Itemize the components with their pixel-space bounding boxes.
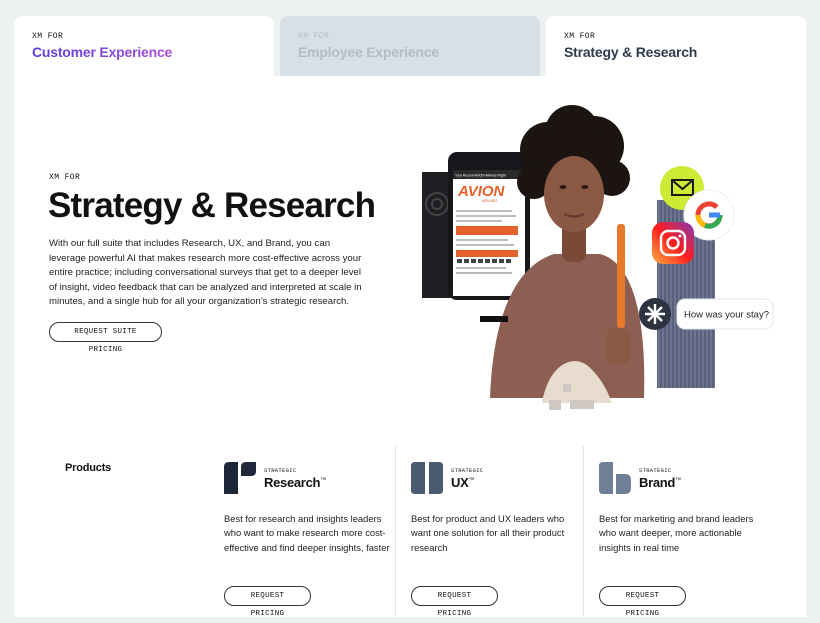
request-pricing-button-ux[interactable]: REQUEST PRICING [411, 586, 498, 618]
trademark-symbol: ™ [320, 477, 326, 484]
product-eyebrow: STRATEGIC [264, 466, 297, 474]
products-label: Products [65, 462, 112, 474]
phone-brand-text: AVION [457, 183, 506, 200]
product-card-ux: STRATEGIC UX™ Best for product and UX le… [411, 462, 581, 618]
phone-header-text: Your Recent AVION Airlines Flight [455, 174, 506, 178]
product-name: Research™ [264, 475, 326, 490]
tab-eyebrow: XM FOR [298, 32, 330, 41]
chat-bubble: How was your stay? [676, 298, 774, 330]
tab-title: Strategy & Research [564, 44, 698, 60]
tab-title: Employee Experience [298, 44, 439, 60]
product-name-text: Brand [639, 474, 676, 490]
request-suite-pricing-button[interactable]: REQUEST SUITE PRICING [49, 322, 162, 354]
tab-customer-experience[interactable]: XM FOR Customer Experience [14, 16, 274, 76]
product-name-text: UX [451, 474, 469, 490]
qualtrics-star-icon [639, 298, 671, 330]
phone-mockup: Your Recent AVION Airlines Flight AVION … [448, 152, 530, 300]
brand-logo-icon [599, 462, 631, 494]
product-logo: STRATEGIC Research™ [224, 462, 394, 494]
product-description: Best for research and insights leaders w… [224, 513, 390, 553]
hero-eyebrow: XM FOR [49, 173, 81, 182]
trademark-symbol: ™ [468, 477, 475, 484]
product-description: Best for marketing and brand leaders who… [599, 513, 754, 553]
research-logo-icon [224, 462, 256, 494]
phone-brand-sub-text: AIRLINES [482, 199, 498, 203]
product-card-brand: STRATEGIC Brand™ Best for marketing and … [599, 462, 769, 618]
product-card-research: STRATEGIC Research™ Best for research an… [224, 462, 394, 618]
product-name: Brand™ [639, 475, 681, 490]
tab-employee-experience[interactable]: XM FOR Employee Experience [280, 16, 540, 76]
product-description: Best for product and UX leaders who want… [411, 513, 565, 553]
product-logo: STRATEGIC UX™ [411, 462, 581, 494]
tab-eyebrow: XM FOR [564, 32, 596, 41]
product-name-text: Research [264, 474, 321, 490]
product-eyebrow: STRATEGIC [639, 466, 672, 474]
request-pricing-button-brand[interactable]: REQUEST PRICING [599, 586, 686, 618]
hero-title: Strategy & Research [48, 186, 376, 225]
divider [395, 446, 396, 617]
trademark-symbol: ™ [675, 477, 681, 484]
tab-title: Customer Experience [32, 44, 274, 60]
tab-strategy-research[interactable]: XM FOR Strategy & Research [546, 16, 806, 76]
instagram-icon [652, 222, 694, 264]
product-eyebrow: STRATEGIC [451, 466, 484, 474]
hero-illustration: Your Recent AVION Airlines Flight AVION … [422, 105, 774, 410]
ux-logo-icon [411, 462, 443, 494]
hero-description: With our full suite that includes Resear… [49, 238, 362, 307]
product-logo: STRATEGIC Brand™ [599, 462, 769, 494]
chat-bubble-text: How was your stay? [684, 310, 769, 321]
divider [583, 446, 584, 617]
tab-eyebrow: XM FOR [32, 32, 64, 41]
request-pricing-button-research[interactable]: REQUEST PRICING [224, 586, 311, 618]
product-name: UX™ [451, 475, 483, 490]
